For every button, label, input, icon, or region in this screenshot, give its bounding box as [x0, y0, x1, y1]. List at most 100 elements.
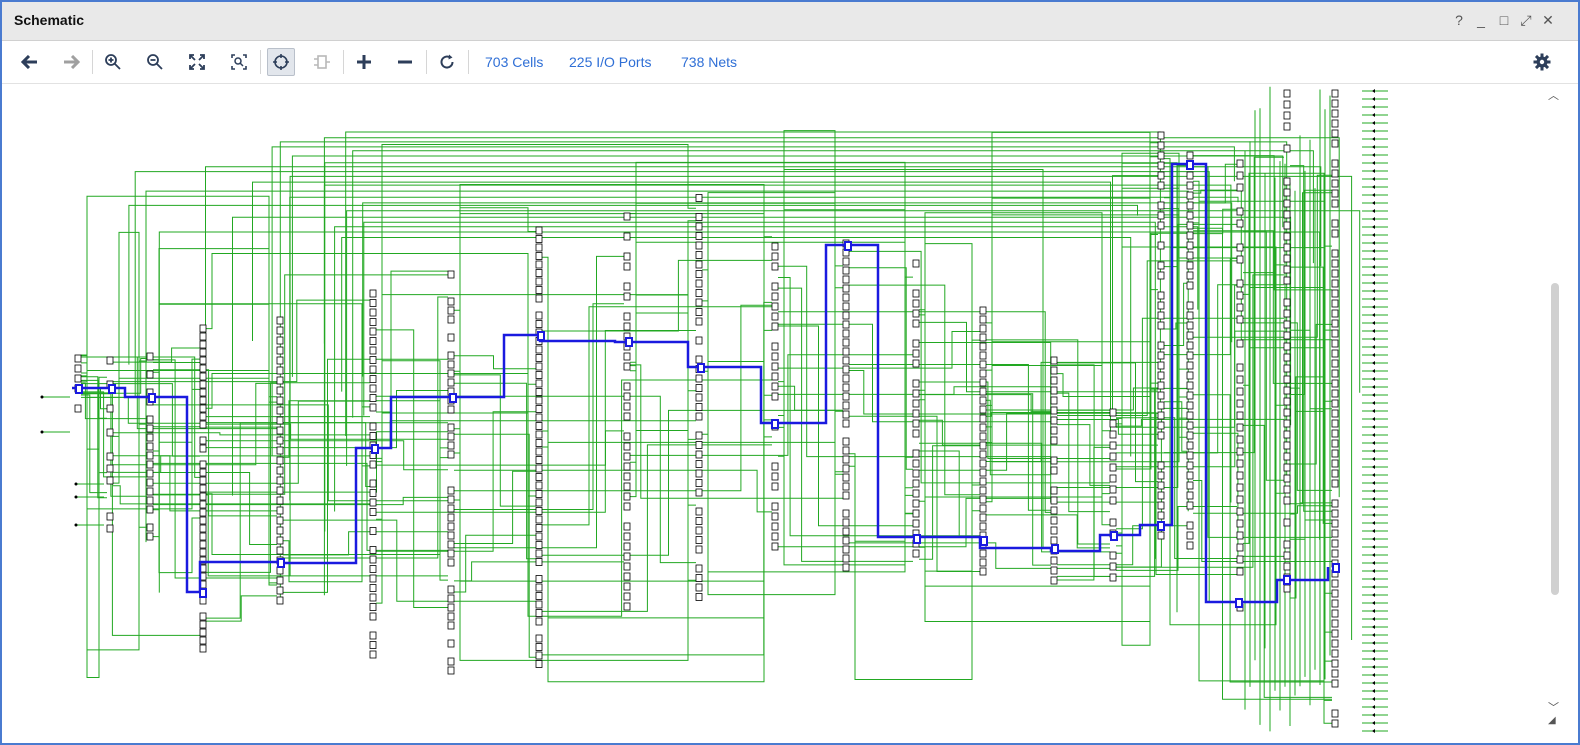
net-wire[interactable]: [1164, 257, 1237, 356]
cell-block[interactable]: [695, 194, 703, 202]
cell-block[interactable]: [447, 621, 455, 630]
cell-block[interactable]: [369, 498, 377, 507]
cell-block[interactable]: [1186, 461, 1194, 470]
cell-block[interactable]: [979, 315, 987, 324]
net-wire[interactable]: [345, 131, 1161, 436]
cell-block[interactable]: [535, 456, 543, 464]
cell-block[interactable]: [1283, 452, 1291, 461]
cell-block[interactable]: [695, 213, 703, 221]
cell-block[interactable]: [1157, 531, 1165, 540]
cell-block[interactable]: [695, 412, 703, 421]
cell-block[interactable]: [979, 405, 987, 414]
cell-block[interactable]: [276, 486, 284, 495]
cell-block[interactable]: [1331, 509, 1339, 518]
net-wire[interactable]: [153, 248, 277, 584]
cell-block[interactable]: [623, 542, 631, 551]
output-port[interactable]: [1372, 481, 1375, 485]
cell-block[interactable]: [535, 464, 543, 473]
output-port[interactable]: [1372, 449, 1375, 453]
cell-block[interactable]: [1157, 361, 1165, 370]
output-port[interactable]: [1372, 209, 1375, 213]
highlighted-cell[interactable]: [371, 444, 379, 454]
cell-block[interactable]: [1331, 659, 1339, 668]
cell-block[interactable]: [1186, 151, 1194, 160]
cell-block[interactable]: [771, 312, 779, 321]
cell-block[interactable]: [1283, 265, 1291, 274]
cell-block[interactable]: [369, 375, 377, 383]
cell-block[interactable]: [1331, 299, 1339, 308]
cell-block[interactable]: [535, 371, 543, 379]
cell-block[interactable]: [695, 564, 703, 573]
zoom-fit-button[interactable]: [183, 48, 211, 76]
cell-block[interactable]: [623, 322, 631, 331]
cell-block[interactable]: [912, 399, 920, 408]
cell-block[interactable]: [979, 450, 987, 459]
cell-block[interactable]: [1331, 419, 1339, 428]
cell-block[interactable]: [1157, 201, 1165, 210]
cell-block[interactable]: [199, 324, 207, 333]
cell-block[interactable]: [1331, 349, 1339, 358]
cell-block[interactable]: [1331, 599, 1339, 608]
cell-block[interactable]: [1109, 474, 1117, 483]
highlighted-cell[interactable]: [1110, 531, 1118, 541]
net-wire[interactable]: [1164, 165, 1187, 268]
cell-block[interactable]: [146, 523, 154, 532]
cell-block[interactable]: [1186, 211, 1194, 220]
cell-block[interactable]: [771, 252, 779, 261]
cell-block[interactable]: [1186, 351, 1194, 360]
cell-block[interactable]: [369, 565, 377, 573]
cell-block[interactable]: [1283, 221, 1291, 230]
highlighted-cell[interactable]: [449, 393, 457, 403]
cell-block[interactable]: [199, 476, 207, 485]
cell-block[interactable]: [1331, 399, 1339, 408]
cell-block[interactable]: [1050, 366, 1058, 375]
cell-block[interactable]: [912, 509, 920, 518]
cell-block[interactable]: [842, 419, 850, 428]
cell-block[interactable]: [146, 469, 154, 478]
cell-block[interactable]: [1157, 131, 1165, 140]
cell-block[interactable]: [276, 576, 284, 585]
cell-block[interactable]: [1331, 529, 1339, 538]
output-port[interactable]: [1372, 129, 1375, 133]
cell-block[interactable]: [1236, 543, 1244, 552]
cell-block[interactable]: [1331, 359, 1339, 368]
cell-block[interactable]: [276, 536, 284, 545]
cell-block[interactable]: [912, 259, 920, 268]
output-port[interactable]: [1372, 177, 1375, 181]
cell-block[interactable]: [771, 322, 779, 331]
cell-block[interactable]: [1283, 210, 1291, 219]
output-port[interactable]: [1372, 665, 1375, 669]
net-wire[interactable]: [542, 301, 772, 656]
cell-block[interactable]: [369, 308, 377, 317]
cell-block[interactable]: [74, 404, 82, 413]
cell-block[interactable]: [623, 582, 631, 591]
cell-block[interactable]: [447, 522, 455, 531]
cell-block[interactable]: [199, 364, 207, 373]
cell-block[interactable]: [695, 241, 703, 250]
resize-grip-icon[interactable]: ◢: [1548, 715, 1556, 726]
cell-block[interactable]: [1331, 679, 1339, 688]
highlighted-cell[interactable]: [980, 536, 988, 546]
cell-block[interactable]: [1050, 356, 1058, 365]
cell-block[interactable]: [1236, 471, 1244, 480]
net-wire[interactable]: [919, 309, 1110, 498]
cell-block[interactable]: [1331, 169, 1339, 178]
cell-block[interactable]: [106, 404, 114, 413]
net-wire[interactable]: [919, 450, 980, 538]
cell-block[interactable]: [1283, 144, 1291, 153]
cell-block[interactable]: [695, 488, 703, 497]
cell-block[interactable]: [979, 558, 987, 567]
cell-block[interactable]: [1331, 179, 1339, 188]
cell-block[interactable]: [695, 270, 703, 278]
cell-block[interactable]: [1157, 401, 1165, 410]
net-wire[interactable]: [542, 259, 772, 332]
cell-block[interactable]: [1157, 411, 1165, 420]
net-wire[interactable]: [630, 364, 843, 499]
cell-block[interactable]: [74, 364, 82, 373]
cell-block[interactable]: [842, 293, 850, 302]
cell-block[interactable]: [447, 531, 455, 540]
net-wire[interactable]: [1116, 232, 1187, 470]
cell-block[interactable]: [369, 631, 377, 640]
cell-block[interactable]: [1236, 531, 1244, 540]
cell-block[interactable]: [199, 620, 207, 629]
